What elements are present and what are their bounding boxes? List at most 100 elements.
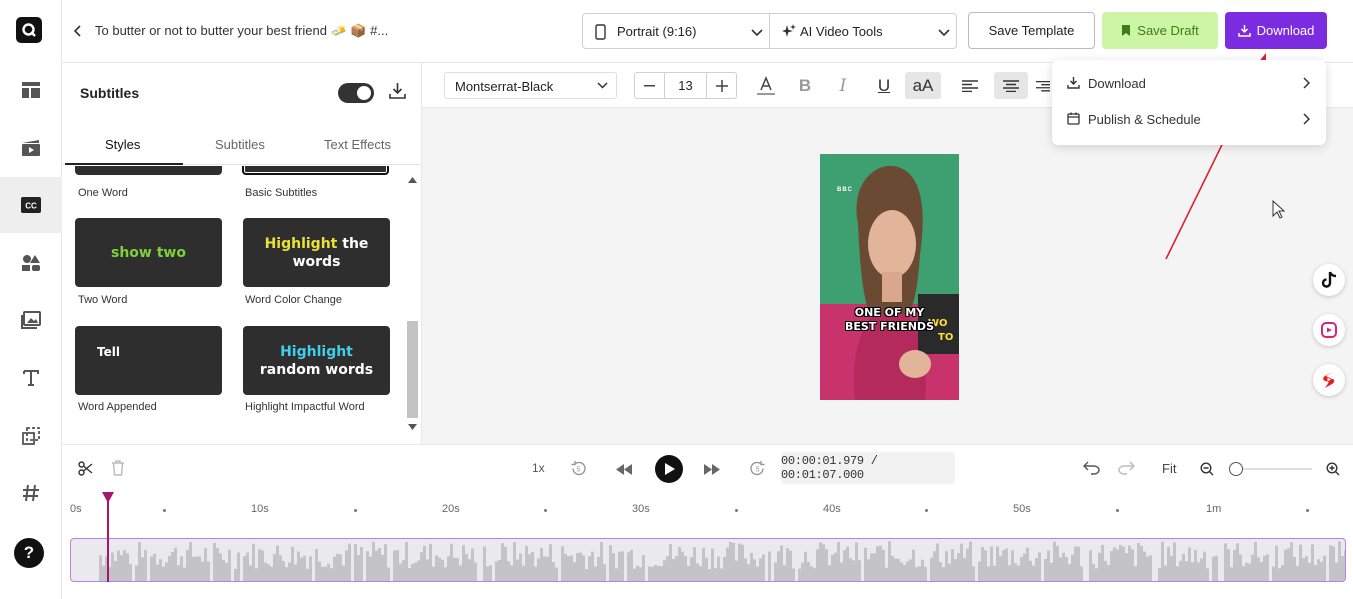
subtitles-toggle[interactable] (338, 83, 374, 103)
align-left-icon[interactable] (955, 72, 985, 99)
scroll-up-icon[interactable] (408, 177, 417, 183)
aspect-ratio-label: Portrait (9:16) (617, 24, 697, 39)
zoom-out-icon[interactable] (1200, 462, 1214, 479)
panel-title: Subtitles (80, 85, 140, 101)
back-arrow-icon[interactable] (74, 22, 88, 40)
zoom-slider-track[interactable] (1236, 468, 1312, 470)
audio-waveform-track[interactable] (70, 538, 1346, 582)
font-size-value[interactable]: 13 (665, 73, 707, 98)
subtitles-cc-icon[interactable]: CC (0, 177, 62, 233)
sparkle-icon (782, 24, 796, 40)
resize-icon[interactable] (0, 408, 62, 464)
align-center-icon[interactable] (994, 72, 1028, 99)
media-icon[interactable] (0, 120, 62, 176)
style-preview-text: Tell (97, 345, 120, 359)
fit-button[interactable]: Fit (1162, 461, 1176, 476)
preview-canvas: WO TO BBC ONE OF MY BEST FRIENDS (422, 53, 1353, 444)
redo-icon[interactable] (1118, 461, 1135, 478)
app-logo-icon[interactable] (16, 17, 42, 43)
scrollbar-thumb[interactable] (407, 321, 418, 418)
increase-size-button[interactable] (706, 73, 736, 98)
subtitle-overlay[interactable]: ONE OF MY BEST FRIENDS (820, 306, 959, 334)
download-button[interactable]: Download (1225, 12, 1327, 49)
playhead[interactable] (107, 493, 109, 582)
text-icon[interactable] (0, 350, 62, 406)
menu-item-publish-schedule[interactable]: Publish & Schedule (1052, 102, 1326, 138)
elements-icon[interactable] (0, 235, 62, 291)
align-right-icon[interactable] (1036, 72, 1050, 99)
bold-icon[interactable]: B (790, 72, 820, 99)
zoom-in-icon[interactable] (1326, 462, 1340, 479)
download-label: Download (1256, 23, 1315, 38)
text-color-icon[interactable] (751, 72, 781, 99)
style-card-two-word[interactable]: show two (75, 218, 222, 287)
help-icon[interactable]: ? (14, 538, 44, 568)
chevron-right-icon (1303, 77, 1310, 89)
underline-icon[interactable]: U (869, 72, 899, 99)
forward-5s-icon[interactable]: 5 (749, 460, 766, 480)
subtitle-line: ONE OF MY (854, 306, 925, 319)
scissors-icon[interactable] (78, 461, 93, 479)
chevron-down-icon (597, 82, 608, 89)
save-draft-button[interactable]: Save Draft (1102, 12, 1218, 49)
bookmark-icon (1122, 25, 1131, 36)
zoom-slider-knob[interactable] (1229, 462, 1243, 476)
style-preview-text: show two (111, 244, 186, 261)
style-card-one-word[interactable] (75, 166, 222, 175)
templates-icon[interactable] (0, 62, 62, 118)
play-icon (664, 463, 675, 475)
case-toggle-button[interactable]: aA (905, 72, 941, 99)
chevron-right-icon (1303, 113, 1310, 125)
timeline: 1x 5 5 00:00:01.979 / 00:01:07.000 Fit 0… (62, 444, 1353, 599)
menu-item-download[interactable]: Download (1052, 66, 1326, 102)
skip-back-icon[interactable] (616, 463, 632, 478)
ruler-tick (1116, 509, 1119, 512)
style-card-word-appended[interactable]: Tell (75, 326, 222, 395)
download-subtitles-icon[interactable] (389, 82, 406, 102)
style-preview-text: random words (259, 361, 374, 378)
video-preview[interactable]: WO TO BBC ONE OF MY BEST FRIENDS (820, 154, 959, 400)
play-button[interactable] (655, 455, 683, 483)
tab-styles[interactable]: Styles (105, 137, 140, 152)
chevron-down-icon (938, 25, 950, 40)
phone-icon (595, 24, 609, 40)
tab-subtitles[interactable]: Subtitles (215, 137, 265, 152)
trash-icon[interactable] (111, 460, 125, 479)
ai-tools-label: AI Video Tools (800, 24, 883, 39)
hashtag-icon[interactable] (0, 465, 62, 521)
italic-icon[interactable]: I (828, 72, 858, 99)
style-card-highlight-impactful-word[interactable]: Highlight random words (243, 326, 390, 395)
youtube-shorts-icon[interactable] (1313, 364, 1345, 396)
ai-video-tools-dropdown[interactable]: AI Video Tools (769, 13, 957, 49)
download-menu: Download Publish & Schedule (1052, 60, 1326, 145)
aspect-ratio-dropdown[interactable]: Portrait (9:16) (582, 13, 770, 49)
style-caption: Word Appended (78, 401, 157, 413)
style-preview-highlight: Highlight (264, 235, 338, 252)
ruler-tick (1306, 509, 1309, 512)
subtitle-line: BEST FRIENDS (844, 320, 934, 333)
svg-text:5: 5 (756, 467, 760, 474)
tab-text-effects[interactable]: Text Effects (324, 137, 391, 152)
rewind-5s-icon[interactable]: 5 (570, 460, 587, 480)
style-preview-highlight: Highlight (280, 343, 353, 360)
skip-forward-icon[interactable] (704, 463, 720, 478)
project-title[interactable]: To butter or not to butter your best fri… (95, 23, 388, 39)
style-card-basic-subtitles[interactable] (242, 166, 389, 175)
save-draft-label: Save Draft (1137, 23, 1199, 38)
scroll-down-icon[interactable] (408, 424, 417, 430)
decrease-size-button[interactable] (635, 73, 665, 98)
chevron-down-icon (751, 25, 763, 40)
ruler-label: 20s (442, 503, 460, 515)
font-size-stepper: 13 (634, 72, 737, 99)
style-card-word-color-change[interactable]: Highlight the words (243, 218, 390, 287)
playback-speed[interactable]: 1x (532, 461, 545, 475)
download-icon (1067, 77, 1080, 89)
instagram-reels-icon[interactable] (1313, 314, 1345, 346)
font-family-dropdown[interactable]: Montserrat-Black (444, 72, 617, 99)
save-template-button[interactable]: Save Template (968, 12, 1095, 49)
images-icon[interactable] (0, 292, 62, 348)
undo-icon[interactable] (1083, 461, 1100, 478)
svg-text:5: 5 (577, 467, 581, 474)
tiktok-icon[interactable] (1313, 264, 1345, 296)
subtitles-panel: Subtitles Styles Subtitles Text Effects … (62, 63, 422, 444)
